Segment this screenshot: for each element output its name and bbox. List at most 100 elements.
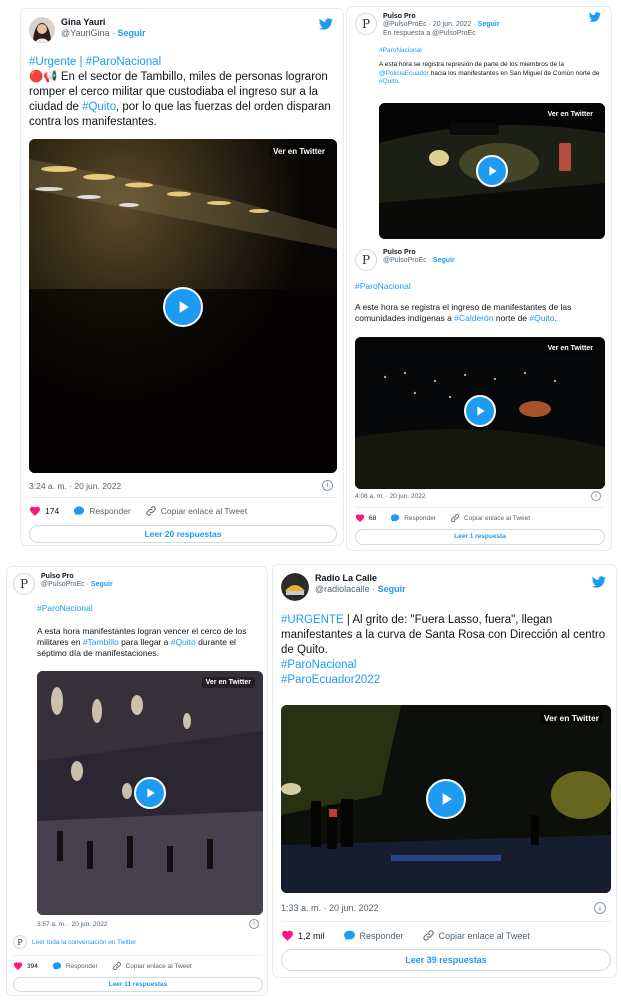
heart-icon (13, 961, 23, 971)
user-handle[interactable]: @PulsoProEc (41, 581, 85, 588)
view-on-twitter-label[interactable]: Ver en Twitter (201, 677, 255, 688)
avatar-photo-icon (29, 17, 55, 43)
tweet-card-gina-yauri: Gina Yauri @YauriGina · Seguir #Urgente … (20, 8, 344, 546)
reply-button[interactable]: Responder (390, 513, 436, 523)
like-button[interactable]: 68 (355, 513, 376, 523)
copy-link-button[interactable]: Copiar enlace al Tweet (422, 929, 530, 942)
hashtag-link[interactable]: #Quito (171, 637, 196, 647)
user-name[interactable]: Pulso Pro (383, 13, 499, 21)
copy-link-button[interactable]: Copiar enlace al Tweet (450, 513, 530, 523)
avatar[interactable]: P (355, 249, 377, 271)
hashtag-link[interactable]: #Quito (82, 101, 116, 113)
read-replies-button[interactable]: Leer 11 respuestas (13, 977, 263, 992)
play-icon (436, 789, 456, 809)
play-button[interactable] (426, 779, 466, 819)
heart-icon (29, 505, 41, 517)
play-icon (472, 403, 488, 419)
avatar[interactable]: P (13, 573, 35, 595)
hashtag-link[interactable]: #ParoNacional (37, 603, 263, 614)
follow-button[interactable]: Seguir (91, 581, 113, 588)
follow-button[interactable]: Seguir (433, 257, 455, 264)
hashtag-link[interactable]: #URGENTE (281, 614, 344, 626)
twitter-bird-icon[interactable] (589, 11, 601, 23)
tweet-text: #ParoNacional A este hora se registra el… (355, 281, 607, 324)
twitter-bird-icon[interactable] (592, 575, 606, 589)
tweet-text: #Urgente | #ParoNacional 🔴📢 En el sector… (29, 55, 339, 130)
follow-button[interactable]: Seguir (378, 584, 406, 594)
video-player[interactable]: Ver en Twitter (37, 671, 263, 915)
reply-button[interactable]: Responder (52, 961, 98, 971)
user-handle[interactable]: @radiolacalle (315, 584, 370, 594)
tweet-card-radio-la-calle: Radio La Calle @radiolacalle · Seguir #U… (272, 564, 617, 978)
reply-to-label[interactable]: En respuesta a @PulsoProEc (383, 30, 499, 38)
like-button[interactable]: 394 (13, 961, 38, 971)
user-handle[interactable]: @PulsoProEc (383, 257, 427, 264)
user-name[interactable]: Pulso Pro (383, 249, 455, 257)
user-name[interactable]: Gina Yauri (61, 17, 146, 28)
hashtag-link[interactable]: #ParoNacional (355, 281, 607, 292)
info-icon[interactable]: i (322, 480, 333, 491)
follow-button[interactable]: Seguir (118, 28, 146, 38)
avatar-small[interactable]: P (13, 935, 27, 949)
view-on-twitter-label[interactable]: Ver en Twitter (543, 343, 597, 354)
twitter-bird-icon[interactable] (319, 17, 333, 31)
tweet-timestamp[interactable]: 1:33 a. m. · 20 jun. 2022 (281, 903, 379, 913)
link-icon (422, 929, 435, 942)
user-handle[interactable]: @YauriGina (61, 28, 110, 38)
info-icon[interactable]: i (249, 919, 259, 929)
reply-bubble-icon (73, 505, 85, 517)
user-name[interactable]: Radio La Calle (315, 573, 406, 584)
play-button[interactable] (134, 777, 166, 809)
read-replies-button[interactable]: Leer 20 respuestas (29, 525, 337, 543)
play-button[interactable] (163, 287, 203, 327)
info-icon[interactable]: i (594, 902, 606, 914)
follow-button[interactable]: Seguir (478, 21, 500, 28)
user-name[interactable]: Pulso Pro (41, 573, 113, 581)
hashtag-link[interactable]: #ParoEcuador2022 (281, 673, 611, 688)
mention-link[interactable]: @PoliciaEcuador (379, 70, 429, 77)
view-on-twitter-label[interactable]: Ver en Twitter (543, 109, 597, 120)
tweet-timestamp[interactable]: 3:24 a. m. · 20 jun. 2022 (29, 481, 121, 491)
avatar[interactable]: P (355, 13, 377, 35)
tweet-timestamp[interactable]: 4:08 a. m. · 20 jun. 2022 (355, 493, 425, 500)
reply-button[interactable]: Responder (343, 929, 404, 942)
like-button[interactable]: 1,2 mil (281, 929, 325, 942)
link-icon (145, 505, 157, 517)
read-replies-button[interactable]: Leer 1 respuesta (355, 529, 605, 545)
view-on-twitter-label[interactable]: Ver en Twitter (539, 711, 603, 725)
like-count: 68 (369, 514, 377, 522)
radio-logo-icon (281, 573, 309, 601)
play-button[interactable] (476, 155, 508, 187)
hashtag-link[interactable]: #Calderón (454, 313, 493, 323)
video-player[interactable]: Ver en Twitter (281, 705, 611, 893)
reply-bubble-icon (390, 513, 400, 523)
link-icon (450, 513, 460, 523)
read-conversation-link[interactable]: Leer toda la conversación en Twitter (32, 939, 136, 946)
tweet-timestamp[interactable]: 3:57 a. m. · 20 jun. 2022 (37, 921, 107, 928)
play-icon (484, 163, 500, 179)
copy-link-button[interactable]: Copiar enlace al Tweet (112, 961, 192, 971)
hashtag-link[interactable]: #ParoNacional (379, 47, 605, 55)
play-icon (142, 785, 158, 801)
video-player[interactable]: Ver en Twitter (355, 337, 605, 489)
view-on-twitter-label[interactable]: Ver en Twitter (269, 145, 329, 158)
video-player[interactable]: Ver en Twitter (379, 103, 605, 239)
like-button[interactable]: 174 (29, 505, 59, 517)
reply-button[interactable]: Responder (73, 505, 131, 517)
user-handle[interactable]: @PulsoProEc · 20 jun. 2022 (383, 21, 471, 28)
video-player[interactable]: Ver en Twitter (29, 139, 337, 473)
read-replies-button[interactable]: Leer 39 respuestas (281, 949, 611, 971)
hashtag-link[interactable]: #Quito (529, 313, 554, 323)
tweet-text: #URGENTE | Al grito de: "Fuera Lasso, fu… (281, 613, 611, 688)
copy-link-button[interactable]: Copiar enlace al Tweet (145, 505, 247, 517)
avatar[interactable] (29, 17, 55, 43)
avatar[interactable] (281, 573, 309, 601)
emoji-icons: 🔴📢 (29, 70, 58, 83)
info-icon[interactable]: i (591, 491, 601, 501)
play-button[interactable] (464, 395, 496, 427)
hashtag-link[interactable]: #Tambillo (83, 637, 119, 647)
tweet-card-pulso-pro-thread: P Pulso Pro @PulsoProEc · 20 jun. 2022 ·… (346, 6, 612, 551)
tweet-hashtags[interactable]: #Urgente | #ParoNacional (29, 55, 339, 70)
hashtag-link[interactable]: #Quito (379, 78, 398, 85)
hashtag-link[interactable]: #ParoNacional (281, 658, 611, 673)
